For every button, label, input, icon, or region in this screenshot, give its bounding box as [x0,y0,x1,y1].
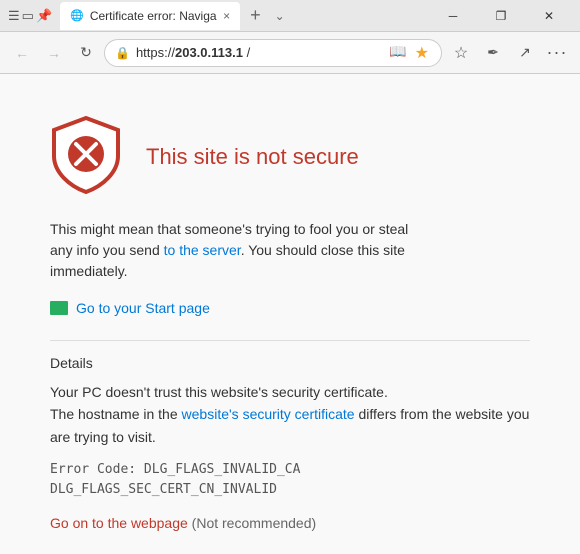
start-page-label: Go to your Start page [76,300,210,316]
window-controls: ─ ❐ ✕ [430,0,572,32]
error-title: This site is not secure [146,144,359,170]
toolbar-right: ☆ ✒ ↗ ··· [446,39,572,67]
title-bar-left: ☰ ▭ 📌 🌐 Certificate error: Naviga × + ⌄ [8,2,289,30]
desc-link[interactable]: to the server [164,242,241,258]
new-tab-button[interactable]: + [244,5,267,26]
close-window-button[interactable]: ✕ [526,0,572,32]
start-page-link[interactable]: Go to your Start page [50,300,530,316]
lock-icon: 🔒 [115,46,130,60]
notes-button[interactable]: ✒ [478,39,508,67]
address-bar-icons: 📖 ★ [387,43,431,63]
share-button[interactable]: ↗ [510,39,540,67]
error-code: Error Code: DLG_FLAGS_INVALID_CA DLG_FLA… [50,460,530,499]
page-content: This site is not secure This might mean … [0,74,580,554]
back-button[interactable]: ← [8,39,36,67]
not-recommended-label: (Not recommended) [192,515,317,531]
details-link1[interactable]: website's security certificate [182,406,355,422]
go-on-section: Go on to the webpage (Not recommended) [50,515,530,531]
address-bar: ← → ↻ 🔒 https://203.0.113.1 / 📖 ★ ☆ ✒ ↗ … [0,32,580,74]
details-section: Details Your PC doesn't trust this websi… [50,340,530,531]
details-text: Your PC doesn't trust this website's sec… [50,381,530,448]
tab-icon: 🌐 [70,9,84,22]
more-button[interactable]: ··· [542,39,572,67]
refresh-button[interactable]: ↻ [72,39,100,67]
back-small-icon: ▭ [22,8,34,24]
forward-button[interactable]: → [40,39,68,67]
address-input-field[interactable]: 🔒 https://203.0.113.1 / 📖 ★ [104,39,442,67]
minimize-button[interactable]: ─ [430,0,476,32]
reader-mode-icon[interactable]: 📖 [387,43,408,63]
favorites-toolbar-button[interactable]: ☆ [446,39,476,67]
go-on-link[interactable]: Go on to the webpage [50,515,188,531]
window-icon: ☰ [8,8,20,24]
error-description: This might mean that someone's trying to… [50,219,410,282]
address-suffix: / [243,45,250,60]
tab-list-button[interactable]: ⌄ [271,9,289,23]
error-code-line2: DLG_FLAGS_SEC_CERT_CN_INVALID [50,480,530,500]
close-tab-button[interactable]: × [223,9,230,23]
shield-container [50,114,122,199]
error-code-line1: Error Code: DLG_FLAGS_INVALID_CA [50,460,530,480]
favorites-icon[interactable]: ★ [413,43,431,63]
shield-icon [50,114,122,194]
details-text2: The hostname in the [50,406,182,422]
start-page-icon [50,301,68,315]
details-text1: Your PC doesn't trust this website's sec… [50,384,388,400]
error-header: This site is not secure [50,114,530,199]
title-bar: ☰ ▭ 📌 🌐 Certificate error: Naviga × + ⌄ … [0,0,580,32]
tab-title: Certificate error: Naviga [90,9,217,23]
address-host: 203.0.113.1 [175,45,243,60]
active-tab[interactable]: 🌐 Certificate error: Naviga × [60,2,240,30]
restore-button[interactable]: ❐ [478,0,524,32]
details-heading: Details [50,355,530,371]
address-text: https://203.0.113.1 / [136,45,250,60]
pin-icon: 📌 [36,8,52,24]
